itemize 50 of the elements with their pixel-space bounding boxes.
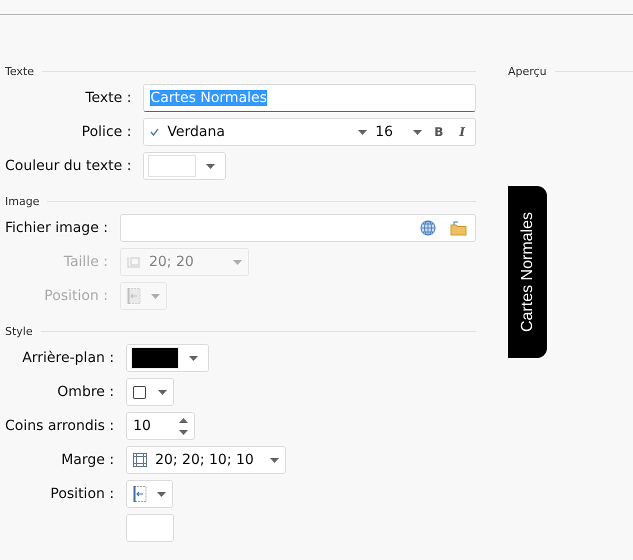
field-label: Marge :	[60, 452, 114, 468]
spinner-value: 10	[133, 418, 152, 434]
italic-toggle[interactable]: I	[455, 125, 469, 139]
check-icon	[150, 128, 160, 136]
field-label: Fichier image :	[5, 220, 108, 236]
field-label: Coins arrondis :	[5, 418, 114, 434]
field-label: Ombre :	[56, 384, 114, 400]
bold-toggle[interactable]: B	[430, 125, 448, 139]
shadow-checkbox[interactable]	[133, 386, 146, 398]
field-label: Position :	[49, 486, 114, 502]
dropdown-caret-icon	[150, 294, 160, 298]
section-title: Style	[5, 324, 33, 338]
file-field[interactable]	[120, 214, 476, 242]
dropdown-caret-icon	[189, 356, 198, 360]
align-left-icon	[126, 288, 141, 304]
font-name: Verdana	[167, 124, 226, 140]
align-left-icon	[133, 486, 148, 502]
text-value: Cartes Normales	[150, 90, 267, 106]
grid-icon	[133, 453, 148, 467]
section-title: Texte	[5, 64, 34, 78]
dropdown-caret-icon	[157, 492, 166, 496]
spin-arrows-icon[interactable]	[179, 418, 188, 434]
field-label: Taille :	[62, 254, 108, 270]
number-spinner[interactable]: 10	[126, 412, 196, 440]
dropdown-caret-icon	[413, 130, 422, 134]
field-label: Position :	[43, 288, 108, 304]
field-label: Police :	[80, 124, 132, 140]
color-picker[interactable]	[126, 344, 210, 372]
card-label: Cartes Normales	[518, 212, 536, 332]
dropdown-caret-icon	[206, 164, 216, 168]
field-label: Texte :	[84, 90, 132, 106]
dropdown-caret-icon	[358, 130, 368, 134]
dropdown-caret-icon	[270, 458, 280, 462]
shadow-dropdown[interactable]	[126, 378, 174, 406]
size-value: 20; 20	[148, 254, 195, 270]
field-label: Couleur du texte :	[5, 158, 132, 174]
color-picker[interactable]	[143, 152, 226, 180]
margin-dropdown[interactable]: 20; 20; 10; 10	[126, 446, 286, 474]
globe-icon[interactable]	[420, 220, 436, 236]
margin-value: 20; 20; 10; 10	[155, 452, 255, 468]
section-title: Aperçu	[508, 64, 547, 78]
dropdown-caret-icon	[232, 260, 242, 264]
font-size: 16	[375, 124, 394, 140]
section-title: Image	[5, 194, 40, 208]
resize-icon	[126, 256, 141, 268]
position-dropdown[interactable]	[126, 480, 174, 508]
font-picker[interactable]: Verdana 16 B I	[143, 118, 476, 146]
folder-icon[interactable]	[450, 220, 467, 236]
field-label: Arrière-plan :	[21, 350, 114, 366]
dropdown-caret-icon	[158, 390, 168, 394]
